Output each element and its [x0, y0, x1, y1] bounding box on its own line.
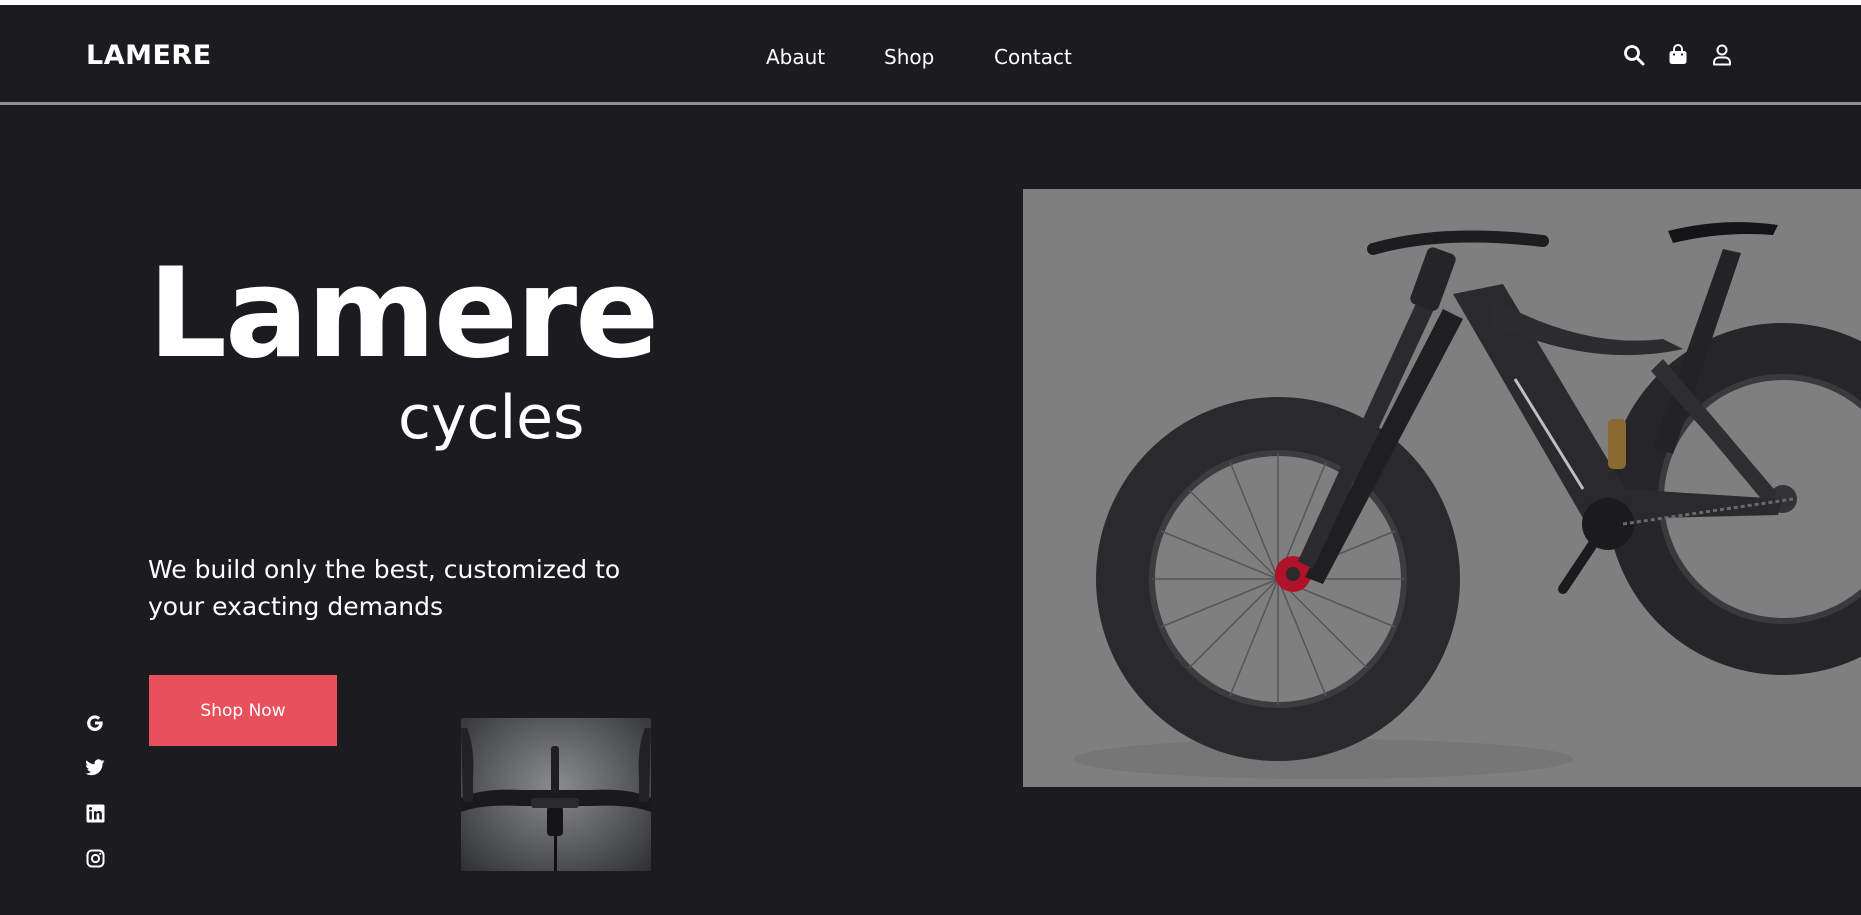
- header-actions: [1622, 43, 1734, 67]
- header-divider: [0, 102, 1861, 105]
- handlebar-thumbnail: [461, 718, 651, 871]
- site-header: LAMERE Abaut Shop Contact: [0, 5, 1861, 103]
- hero-bike-image: [1023, 189, 1861, 787]
- twitter-icon[interactable]: [84, 757, 106, 779]
- logo[interactable]: LAMERE: [86, 40, 212, 71]
- search-icon[interactable]: [1622, 43, 1646, 67]
- shopping-bag-icon[interactable]: [1666, 43, 1690, 67]
- nav-link-shop[interactable]: Shop: [884, 45, 934, 69]
- fat-tire-electric-bike-photo: [1073, 222, 1861, 779]
- nav-link-contact[interactable]: Contact: [994, 45, 1072, 69]
- hero-title: Lamere: [148, 242, 659, 386]
- shop-now-button[interactable]: Shop Now: [149, 675, 337, 746]
- landing-page: LAMERE Abaut Shop Contact Lamere cycles …: [0, 0, 1861, 915]
- google-icon[interactable]: [84, 712, 106, 734]
- user-icon[interactable]: [1710, 43, 1734, 67]
- linkedin-icon[interactable]: [84, 802, 106, 824]
- instagram-icon[interactable]: [84, 847, 106, 869]
- handlebar-closeup-photo: [461, 728, 651, 871]
- nav-link-about[interactable]: Abaut: [766, 45, 825, 69]
- hero-subtitle: cycles: [398, 383, 585, 453]
- hero-tagline: We build only the best, customized to yo…: [148, 555, 621, 621]
